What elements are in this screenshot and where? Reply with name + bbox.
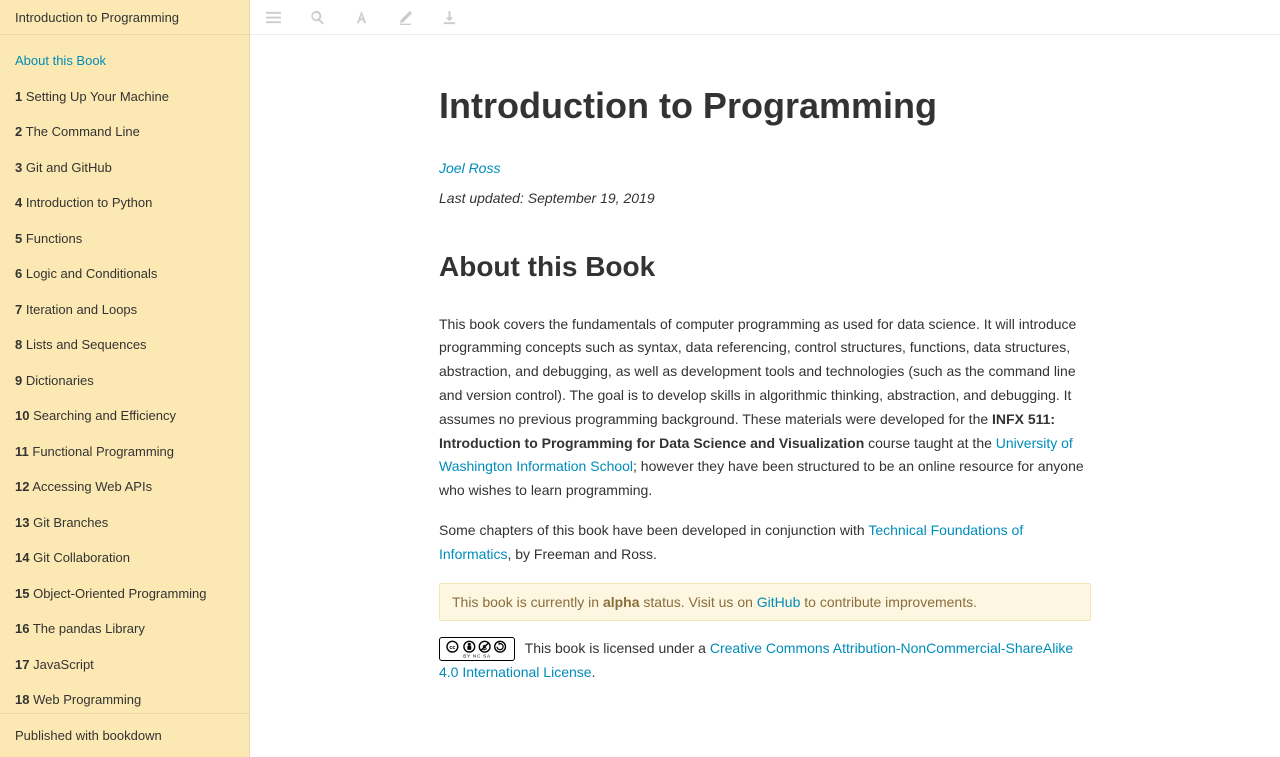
sidebar-title: Introduction to Programming: [0, 0, 249, 35]
nav-item-label: Git and GitHub: [26, 160, 112, 175]
nav-item-2[interactable]: 2 The Command Line: [0, 114, 249, 150]
license: cc $ BY NC SA This book is licensed unde: [439, 637, 1091, 685]
paragraph-1: This book covers the fundamentals of com…: [439, 313, 1091, 503]
svg-text:BY NC SA: BY NC SA: [463, 653, 491, 658]
main: Introduction to Programming Joel Ross La…: [250, 0, 1280, 757]
nav-item-num: 7: [15, 302, 22, 317]
menu-icon[interactable]: [265, 9, 281, 25]
nav-item-num: 13: [15, 515, 29, 530]
github-link[interactable]: GitHub: [757, 594, 801, 610]
nav-item-15[interactable]: 15 Object-Oriented Programming: [0, 576, 249, 612]
nav-item-4[interactable]: 4 Introduction to Python: [0, 185, 249, 221]
page-title: Introduction to Programming: [439, 85, 1091, 127]
callout-a: This book is currently in: [452, 594, 603, 610]
nav-item-label: About this Book: [15, 53, 106, 68]
nav-item-num: 3: [15, 160, 22, 175]
nav-item-label: Object-Oriented Programming: [33, 586, 206, 601]
nav-item-14[interactable]: 14 Git Collaboration: [0, 540, 249, 576]
cc-license-badge[interactable]: cc $ BY NC SA: [439, 637, 515, 661]
nav-item-label: Setting Up Your Machine: [26, 89, 169, 104]
nav-item-13[interactable]: 13 Git Branches: [0, 505, 249, 541]
nav-item-label: Accessing Web APIs: [32, 479, 152, 494]
nav-item-num: 1: [15, 89, 22, 104]
nav-item-label: Lists and Sequences: [26, 337, 147, 352]
nav-item-label: Web Programming: [33, 692, 141, 707]
nav-item-num: 10: [15, 408, 29, 423]
nav-item-1[interactable]: 1 Setting Up Your Machine: [0, 79, 249, 115]
nav-item-num: 8: [15, 337, 22, 352]
license-a: This book is licensed under a: [525, 640, 710, 656]
nav-item-6[interactable]: 6 Logic and Conditionals: [0, 256, 249, 292]
nav-item-11[interactable]: 11 Functional Programming: [0, 434, 249, 470]
nav-item-16[interactable]: 16 The pandas Library: [0, 611, 249, 647]
nav-item-7[interactable]: 7 Iteration and Loops: [0, 292, 249, 328]
p2-text-a: Some chapters of this book have been dev…: [439, 522, 868, 538]
nav-item-label: Git Collaboration: [33, 550, 130, 565]
callout-b: status. Visit us on: [640, 594, 757, 610]
nav-item-num: 4: [15, 195, 22, 210]
nav-item-num: 12: [15, 479, 29, 494]
callout: This book is currently in alpha status. …: [439, 583, 1091, 621]
nav-item-num: 11: [15, 444, 29, 459]
p1-text-a: This book covers the fundamentals of com…: [439, 316, 1076, 427]
sidebar-nav: About this Book 1 Setting Up Your Machine…: [0, 35, 249, 713]
nav-item-label: The Command Line: [26, 124, 140, 139]
nav-item-0[interactable]: About this Book: [0, 43, 249, 79]
nav-item-num: 18: [15, 692, 29, 707]
p2-text-b: , by Freeman and Ross.: [507, 546, 656, 562]
nav-item-label: Introduction to Python: [26, 195, 152, 210]
nav-item-label: Git Branches: [33, 515, 108, 530]
nav-item-num: 14: [15, 550, 29, 565]
nav-item-label: Searching and Efficiency: [33, 408, 176, 423]
nav-item-5[interactable]: 5 Functions: [0, 221, 249, 257]
author: Joel Ross: [439, 157, 1091, 181]
date: Last updated: September 19, 2019: [439, 187, 1091, 211]
nav-item-label: Functional Programming: [32, 444, 174, 459]
nav-item-3[interactable]: 3 Git and GitHub: [0, 150, 249, 186]
nav-item-12[interactable]: 12 Accessing Web APIs: [0, 469, 249, 505]
sidebar-footer[interactable]: Published with bookdown: [0, 713, 249, 757]
toolbar: [250, 0, 1280, 35]
font-icon[interactable]: [353, 9, 369, 25]
nav-item-label: Functions: [26, 231, 82, 246]
nav-item-num: 6: [15, 266, 22, 281]
page: Introduction to Programming Joel Ross La…: [439, 85, 1091, 685]
nav-item-10[interactable]: 10 Searching and Efficiency: [0, 398, 249, 434]
nav-item-label: The pandas Library: [33, 621, 145, 636]
download-icon[interactable]: [441, 9, 457, 25]
section-title: About this Book: [439, 251, 1091, 283]
nav-item-num: 16: [15, 621, 29, 636]
p1-text-b: course taught at the: [864, 435, 996, 451]
nav-item-num: 15: [15, 586, 29, 601]
nav-item-label: Logic and Conditionals: [26, 266, 158, 281]
nav-item-17[interactable]: 17 JavaScript: [0, 647, 249, 683]
content-area: Introduction to Programming Joel Ross La…: [250, 35, 1280, 757]
nav-item-num: 5: [15, 231, 22, 246]
search-icon[interactable]: [309, 9, 325, 25]
nav-item-num: 17: [15, 657, 29, 672]
nav-item-9[interactable]: 9 Dictionaries: [0, 363, 249, 399]
nav-item-label: JavaScript: [33, 657, 94, 672]
paragraph-2: Some chapters of this book have been dev…: [439, 519, 1091, 567]
nav-item-8[interactable]: 8 Lists and Sequences: [0, 327, 249, 363]
svg-text:cc: cc: [449, 645, 455, 651]
sidebar: Introduction to Programming About this B…: [0, 0, 250, 757]
nav-item-label: Iteration and Loops: [26, 302, 137, 317]
author-link[interactable]: Joel Ross: [439, 160, 500, 176]
callout-bold: alpha: [603, 594, 640, 610]
edit-icon[interactable]: [397, 9, 413, 25]
license-b: .: [592, 664, 596, 680]
callout-c: to contribute improvements.: [800, 594, 977, 610]
nav-item-label: Dictionaries: [26, 373, 94, 388]
nav-item-num: 2: [15, 124, 22, 139]
nav-item-num: 9: [15, 373, 22, 388]
nav-item-18[interactable]: 18 Web Programming: [0, 682, 249, 713]
